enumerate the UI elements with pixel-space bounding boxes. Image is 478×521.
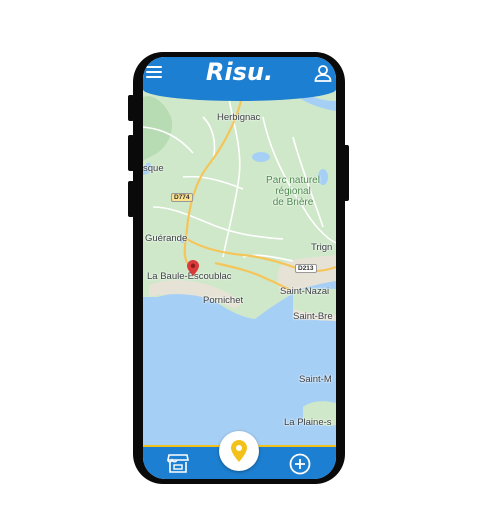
map-label-trign: Trign — [311, 242, 333, 253]
map-label-parc-briere: Parc naturel régional de Brière — [266, 175, 320, 208]
logo-text: Risu. — [205, 58, 274, 86]
user-icon[interactable] — [314, 64, 332, 82]
phone-side-button — [128, 95, 134, 121]
phone-side-button — [128, 181, 134, 217]
location-button[interactable] — [219, 431, 259, 471]
map-label-pornichet: Pornichet — [203, 295, 244, 306]
map-label-la-plaine: La Plaine-s — [284, 417, 332, 428]
app-header: Risu. — [143, 57, 336, 101]
map-label-saint-m: Saint-M — [299, 374, 332, 385]
map-label-saint-brevin: Saint-Bre — [293, 311, 333, 322]
location-pin-icon — [231, 440, 247, 462]
map-label-saint-nazaire: Saint-Nazai — [280, 286, 330, 297]
phone-screen: Herbignac sque Parc naturel régional de … — [143, 57, 336, 479]
phone-side-button — [343, 145, 349, 201]
map-pin-icon[interactable] — [187, 260, 199, 276]
road-sign-d213: D213 — [295, 264, 317, 273]
phone-side-button — [128, 135, 134, 171]
add-circle-icon[interactable] — [289, 453, 311, 475]
map-label-herbignac: Herbignac — [217, 112, 261, 123]
store-icon[interactable] — [167, 453, 189, 473]
map-label-guerande: Guérande — [145, 233, 188, 244]
app-logo: Risu. — [143, 58, 336, 86]
road-sign-d774: D774 — [171, 193, 193, 202]
map-label-sque: sque — [143, 163, 164, 174]
